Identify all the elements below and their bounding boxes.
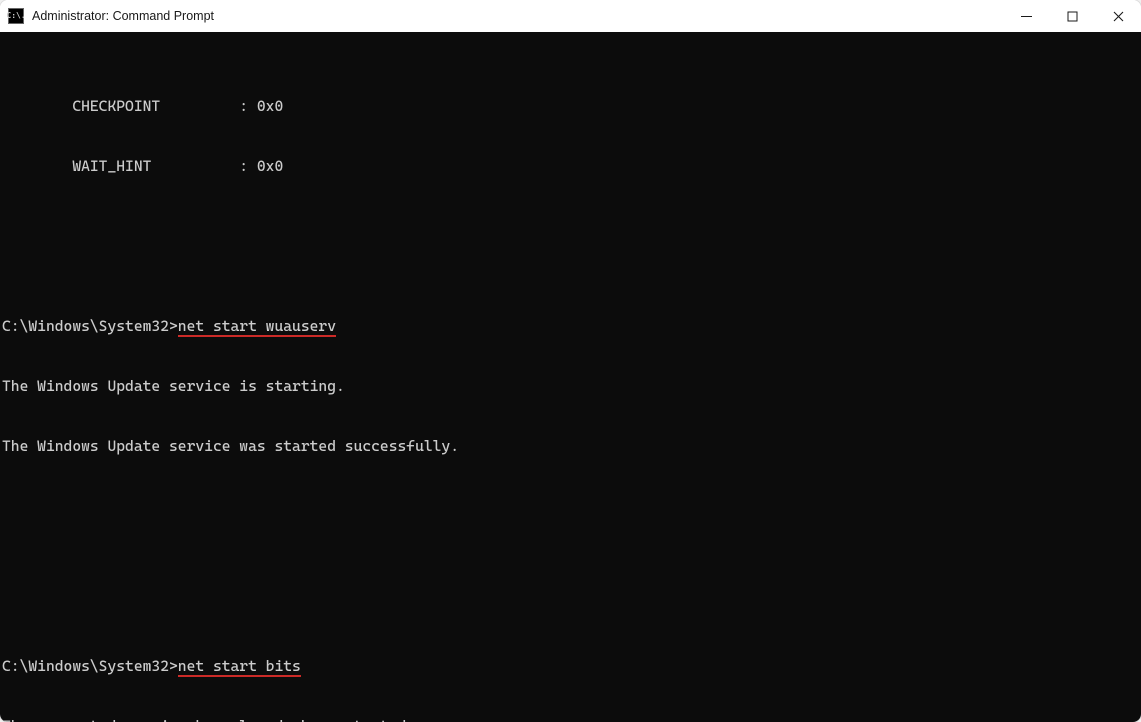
blank-line: [2, 496, 1139, 516]
prompt: C:\Windows\System32>: [2, 317, 178, 335]
window-title: Administrator: Command Prompt: [32, 9, 214, 23]
terminal-output[interactable]: CHECKPOINT : 0x0 WAIT_HINT : 0x0 C:\Wind…: [0, 32, 1141, 722]
maximize-icon: [1067, 11, 1078, 22]
close-icon: [1113, 11, 1124, 22]
cmd-app-icon: C:\.: [8, 8, 24, 24]
output-line: The Windows Update service is starting.: [2, 376, 1139, 396]
blank-line: [2, 216, 1139, 236]
underline-annotation: [178, 675, 301, 677]
prompt-line: C:\Windows\System32>net start wuauserv: [2, 316, 1139, 336]
prompt: C:\Windows\System32>: [2, 657, 178, 675]
minimize-button[interactable]: [1003, 0, 1049, 32]
window-frame: C:\. Administrator: Command Prompt CHECK…: [0, 0, 1141, 722]
window-controls: [1003, 0, 1141, 32]
output-line: CHECKPOINT : 0x0: [2, 96, 1139, 116]
output-line: The Windows Update service was started s…: [2, 436, 1139, 456]
maximize-button[interactable]: [1049, 0, 1095, 32]
blank-line: [2, 556, 1139, 576]
underline-annotation: [178, 335, 336, 337]
titlebar[interactable]: C:\. Administrator: Command Prompt: [0, 0, 1141, 32]
minimize-icon: [1021, 11, 1032, 22]
command-text: net start wuauserv: [178, 316, 336, 336]
command-text: net start bits: [178, 656, 301, 676]
prompt-line: C:\Windows\System32>net start bits: [2, 656, 1139, 676]
output-line: WAIT_HINT : 0x0: [2, 156, 1139, 176]
output-line: The requested service has already been s…: [2, 716, 1139, 722]
close-button[interactable]: [1095, 0, 1141, 32]
